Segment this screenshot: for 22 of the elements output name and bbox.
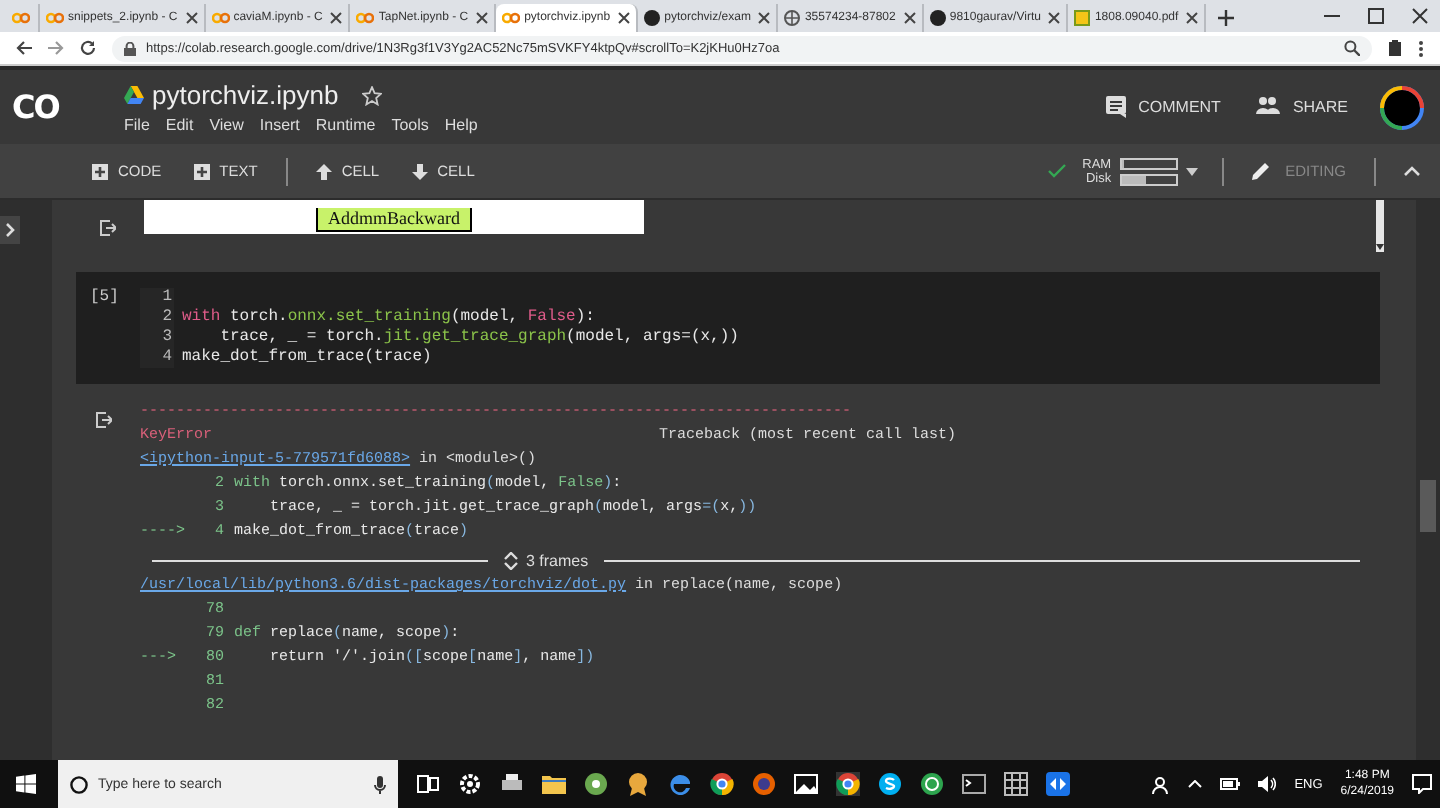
- frames-toggle[interactable]: 3 frames: [504, 552, 589, 570]
- code-line: trace, _ = torch.jit.get_trace_graph(model, args=(x,)): [218, 328, 739, 348]
- code-line: make_dot_from_trace(trace): [182, 348, 432, 368]
- menu-item[interactable]: View: [209, 116, 244, 134]
- share-button[interactable]: SHARE: [1252, 92, 1352, 122]
- line-number: 2: [140, 308, 174, 328]
- menu-item[interactable]: Help: [444, 116, 478, 134]
- notebook-title[interactable]: pytorchviz.ipynb: [152, 80, 339, 110]
- menu-item[interactable]: Runtime: [315, 116, 376, 134]
- line-number: 1: [140, 288, 174, 308]
- execution-count: [5]: [88, 288, 121, 310]
- comment-button[interactable]: COMMENT: [1102, 92, 1225, 122]
- line-number: 3: [140, 328, 174, 348]
- line-number: 4: [140, 348, 174, 368]
- menu-item[interactable]: Insert: [259, 116, 300, 134]
- graph-node: AddmmBackward: [316, 208, 472, 232]
- menu-item[interactable]: Edit: [165, 116, 194, 134]
- menu-item[interactable]: Tools: [391, 116, 429, 134]
- code-cell[interactable]: [5] 1 2 with torch.onnx.set_training(model, False): 3 trace, _ = torch.jit.get_trace_graph(model, args=(x,)) 4 make_dot_from_trace(trace): [76, 272, 1380, 384]
- logo: CO: [12, 88, 61, 126]
- code-line: with torch.onnx.set_training(model, False):: [182, 308, 595, 328]
- menu-item[interactable]: File: [124, 116, 150, 134]
